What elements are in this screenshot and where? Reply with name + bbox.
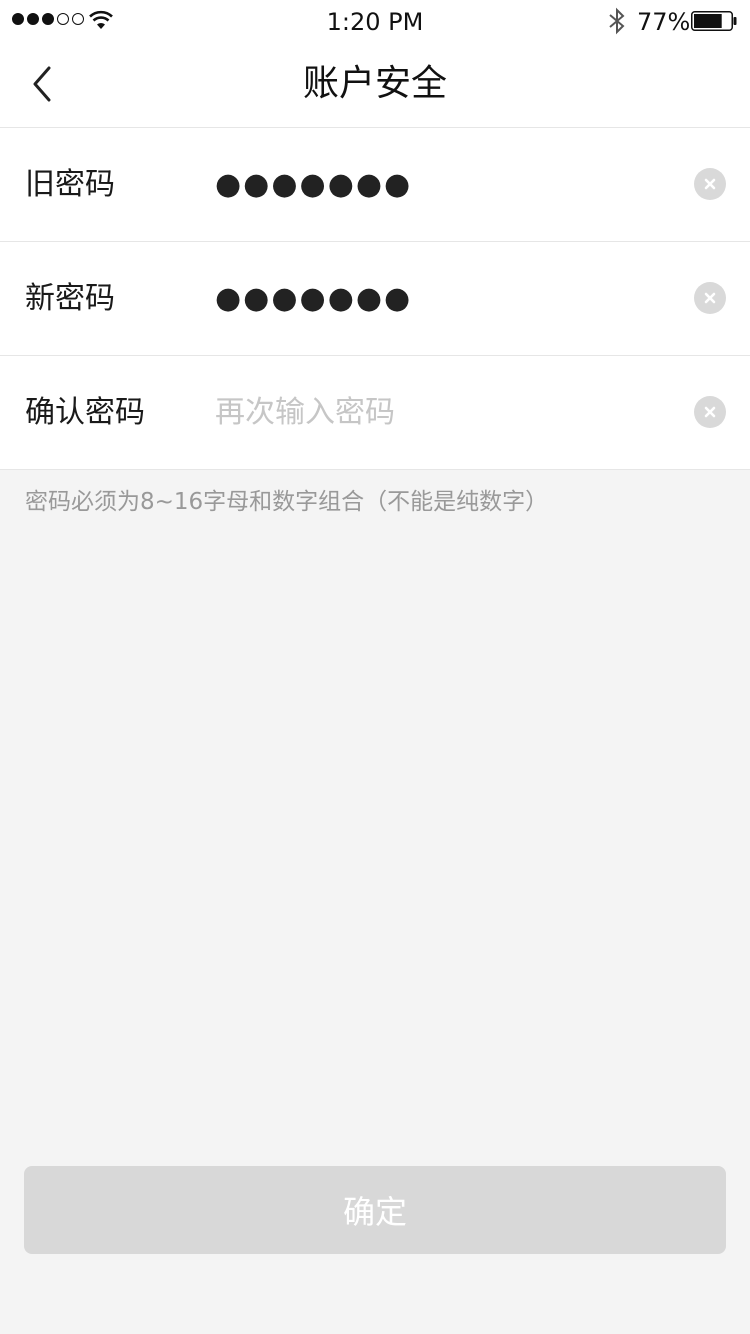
old-password-row: 旧密码 ●●●●●●●: [0, 128, 750, 242]
bluetooth-icon: [609, 7, 625, 35]
status-bar: 1:20 PM 77%: [0, 0, 750, 40]
confirm-password-row: 确认密码: [0, 356, 750, 470]
nav-bar: 账户安全: [0, 40, 750, 128]
new-password-row: 新密码 ●●●●●●●: [0, 242, 750, 356]
password-form: 旧密码 ●●●●●●● 新密码 ●●●●●●● 确认密码: [0, 128, 750, 470]
old-password-field[interactable]: ●●●●●●●: [215, 128, 412, 241]
confirm-button[interactable]: 确定: [24, 1166, 726, 1254]
new-password-field[interactable]: ●●●●●●●: [215, 242, 412, 355]
confirm-password-label: 确认密码: [25, 395, 145, 430]
old-password-label: 旧密码: [25, 167, 115, 202]
new-password-label: 新密码: [25, 281, 115, 316]
battery-icon: [691, 11, 737, 31]
clear-icon[interactable]: [694, 396, 726, 428]
clear-icon[interactable]: [694, 282, 726, 314]
password-hint: 密码必须为8~16字母和数字组合（不能是纯数字）: [25, 489, 549, 515]
battery-percent: 77%: [637, 8, 691, 36]
clear-icon[interactable]: [694, 168, 726, 200]
confirm-password-input[interactable]: [215, 356, 655, 469]
page-title: 账户安全: [302, 63, 447, 104]
